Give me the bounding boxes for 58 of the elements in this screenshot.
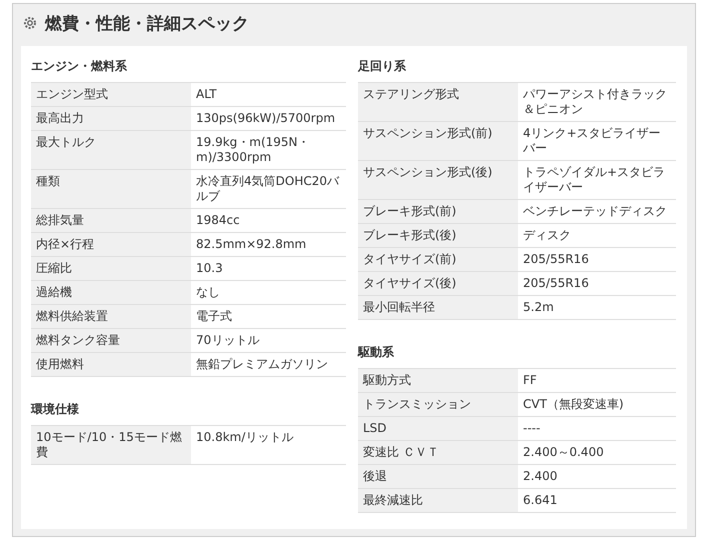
spec-label: LSD <box>358 416 518 440</box>
spec-value: 2.400～0.400 <box>518 440 676 464</box>
spec-value: 1984cc <box>191 208 346 232</box>
spec-label: 内径×行程 <box>31 232 191 256</box>
spec-value: FF <box>518 368 676 392</box>
spec-value: 19.9kg・m(195N・m)/3300rpm <box>191 130 346 170</box>
spec-value: 205/55R16 <box>518 272 676 296</box>
spec-label: サスペンション形式(前) <box>358 122 518 160</box>
spec-value: 水冷直列4気筒DOHC20バルブ <box>191 170 346 208</box>
spec-label: 使用燃料 <box>31 352 191 376</box>
spec-label: 燃料供給装置 <box>31 304 191 328</box>
spec-label: 最終減速比 <box>358 488 518 512</box>
spec-label: 10モード/10・15モード燃費 <box>31 426 191 464</box>
spec-label: 最高出力 <box>31 106 191 130</box>
spec-value: 無鉛プレミアムガソリン <box>191 352 346 376</box>
spec-value: 2.400 <box>518 464 676 488</box>
spec-value: 82.5mm×92.8mm <box>191 232 346 256</box>
spec-value: なし <box>191 280 346 304</box>
group-heading: 足回り系 <box>358 58 407 75</box>
spec-value: ベンチレーテッドディスク <box>518 200 676 224</box>
spec-label: サスペンション形式(後) <box>358 160 518 200</box>
spec-label: 圧縮比 <box>31 256 191 280</box>
spec-value: 10.8km/リットル <box>191 426 346 464</box>
group-heading: 駆動系 <box>358 344 395 361</box>
spec-label: エンジン型式 <box>31 82 191 106</box>
spec-label: 燃料タンク容量 <box>31 328 191 352</box>
spec-value: 電子式 <box>191 304 346 328</box>
spec-label: ブレーキ形式(後) <box>358 224 518 248</box>
spec-value: 6.641 <box>518 488 676 512</box>
spec-value: ALT <box>191 82 346 106</box>
spec-label: タイヤサイズ(前) <box>358 248 518 272</box>
spec-label: トランスミッション <box>358 392 518 416</box>
settings-icon <box>23 16 37 30</box>
spec-value: 130ps(96kW)/5700rpm <box>191 106 346 130</box>
spec-value: 5.2m <box>518 296 676 320</box>
spec-value: 205/55R16 <box>518 248 676 272</box>
spec-value: 4リンク+スタビライザーバー <box>518 122 676 160</box>
spec-value: トラペゾイダル+スタビライザーバー <box>518 160 676 200</box>
spec-label: 最大トルク <box>31 130 191 170</box>
spec-value: 10.3 <box>191 256 346 280</box>
spec-value: ---- <box>518 416 676 440</box>
spec-label: 過給機 <box>31 280 191 304</box>
spec-value: 70リットル <box>191 328 346 352</box>
spec-label: 最小回転半径 <box>358 296 518 320</box>
spec-label: 種類 <box>31 170 191 208</box>
spec-value: CVT（無段変速車) <box>518 392 676 416</box>
spec-label: ブレーキ形式(前) <box>358 200 518 224</box>
spec-label: 総排気量 <box>31 208 191 232</box>
spec-value: パワーアシスト付きラック＆ピニオン <box>518 82 676 122</box>
section-title: 燃費・性能・詳細スペック <box>45 12 249 34</box>
spec-value: ディスク <box>518 224 676 248</box>
group-heading: 環境仕様 <box>31 401 80 418</box>
spec-label: タイヤサイズ(後) <box>358 272 518 296</box>
spec-label: ステアリング形式 <box>358 82 518 122</box>
spec-label: 駆動方式 <box>358 368 518 392</box>
group-heading: エンジン・燃料系 <box>31 58 128 75</box>
spec-label: 変速比 ＣＶＴ <box>358 440 518 464</box>
spec-label: 後退 <box>358 464 518 488</box>
